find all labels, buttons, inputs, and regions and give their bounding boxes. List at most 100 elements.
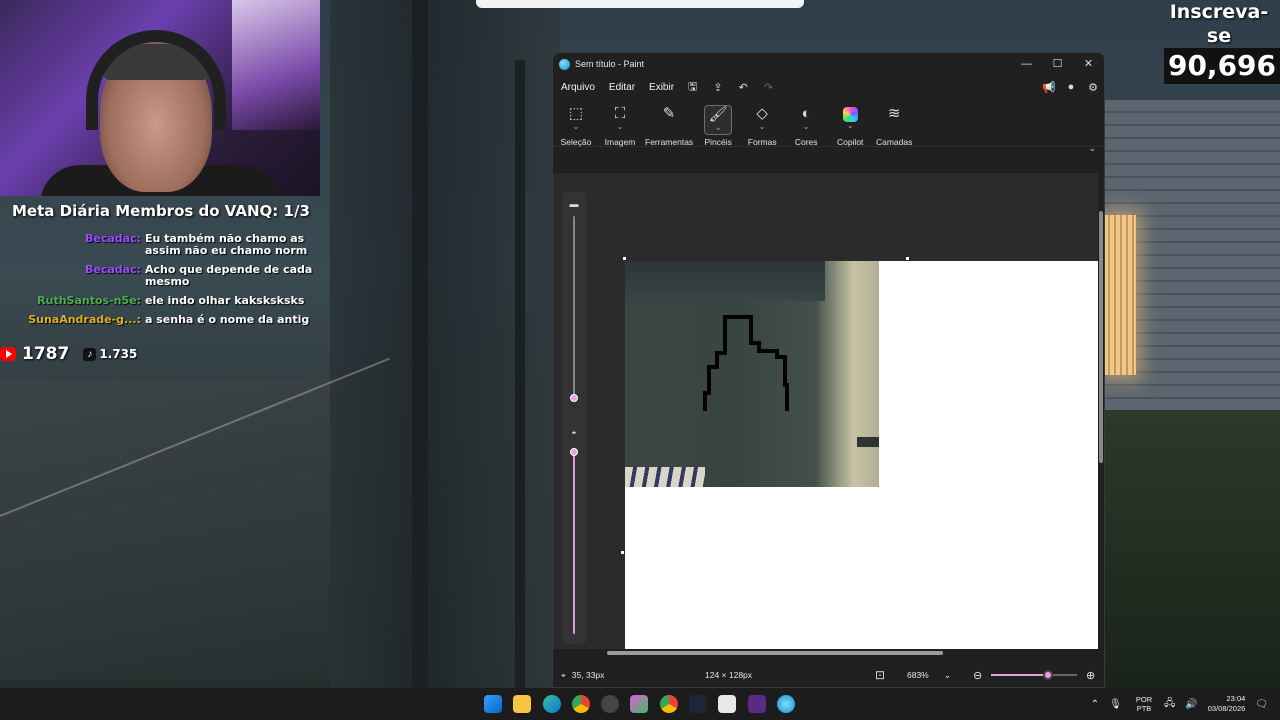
size-slider-track[interactable] — [573, 216, 575, 396]
announcement-icon[interactable]: 📢 — [1038, 81, 1060, 94]
tiktok-icon: ♪ — [83, 347, 97, 361]
subscribe-label: Inscreva-se — [1169, 1, 1269, 47]
language-indicator[interactable]: POR PTB — [1136, 695, 1152, 713]
copilot-icon[interactable]: ⌄ — [836, 105, 864, 135]
resize-handle[interactable] — [621, 551, 624, 554]
selection-icon[interactable]: ⬚ ⌄ — [562, 105, 590, 135]
ribbon-shapes[interactable]: ◇ ⌄ Formas — [743, 105, 781, 147]
streaming-app-icon[interactable] — [630, 695, 649, 713]
ribbon-label: Imagem — [604, 137, 636, 147]
game-tree-trunk — [412, 0, 428, 690]
menu-arquivo[interactable]: Arquivo — [561, 82, 595, 93]
chat-text: Acho que depende de cada mesmo — [145, 264, 313, 288]
tiktok-count: 1.735 — [99, 347, 138, 361]
follower-counters: 1787 ♪ 1.735 — [0, 344, 137, 364]
opacity-slider-thumb[interactable] — [570, 448, 578, 456]
edge-icon[interactable] — [542, 695, 561, 713]
game-trees — [330, 0, 560, 690]
chat-username: Becadac: — [84, 264, 141, 276]
account-icon[interactable]: ● — [1060, 81, 1082, 94]
wall-poster — [232, 0, 320, 130]
notification-icon[interactable]: 🗨 — [1255, 699, 1268, 710]
drawing-canvas[interactable] — [621, 257, 1098, 649]
brush-slider-panel: ▬ ◓ — [562, 192, 586, 644]
ribbon-colors[interactable]: ◐ ⌄ Cores — [787, 105, 825, 147]
menu-editar[interactable]: Editar — [609, 82, 635, 93]
layers-icon[interactable]: ≋ — [880, 105, 908, 135]
redo-icon[interactable]: ↷ — [764, 81, 773, 94]
palette-icon[interactable]: ◐ ⌄ — [792, 105, 820, 135]
opacity-slider-track[interactable] — [573, 448, 575, 634]
chat-message: RuthSantos-n5e: ele indo olhar kaksksksk… — [0, 295, 320, 307]
fit-to-window-icon[interactable]: ⊡ — [875, 668, 885, 682]
menu-bar: Arquivo Editar Exibir 🖫 ⇪ ↶ ↷ 📢 ● ⚙ — [553, 75, 1104, 99]
clock[interactable]: 23:04 03/08/2026 — [1208, 694, 1246, 714]
youtube-count: 1787 — [22, 344, 70, 364]
settings-gear-icon[interactable]: ⚙ — [1082, 81, 1104, 94]
vertical-scrollbar[interactable] — [1098, 173, 1104, 649]
chevron-down-icon: ⌄ — [943, 669, 951, 680]
zoom-in-icon[interactable]: ⊕ — [1086, 669, 1095, 682]
close-button[interactable]: ✕ — [1073, 53, 1104, 75]
ribbon-label: Seleção — [560, 137, 592, 147]
title-bar[interactable]: Sem título - Paint — ☐ ✕ — [553, 53, 1104, 75]
shapes-icon[interactable]: ◇ ⌄ — [748, 105, 776, 135]
ribbon-tools[interactable]: ✎ Ferramentas — [645, 105, 693, 147]
game-hedge — [1100, 410, 1280, 690]
ribbon-copilot[interactable]: ⌄ Copilot — [831, 105, 869, 147]
file-explorer-icon[interactable] — [513, 695, 532, 713]
chat-text: Eu também não chamo as assim não eu cham… — [145, 233, 308, 257]
chevron-up-icon[interactable]: ⌃ — [1091, 699, 1099, 710]
opacity-icon: ◓ — [571, 428, 577, 438]
zoom-slider[interactable] — [991, 670, 1077, 680]
horizontal-scrollbar[interactable] — [607, 651, 943, 655]
chat-username: Becadac: — [84, 233, 141, 245]
game-controller-icon[interactable] — [718, 695, 737, 713]
size-slider-thumb[interactable] — [570, 394, 578, 402]
notification-bar — [476, 0, 804, 8]
app-one-icon[interactable] — [747, 695, 766, 713]
ribbon-layers[interactable]: ≋ Camadas — [875, 105, 913, 147]
ribbon-label: Ferramentas — [645, 137, 694, 147]
brush-icon[interactable]: 🖌 ⌄ — [704, 105, 733, 135]
save-icon[interactable]: 🖫 — [688, 78, 697, 97]
chevron-down-icon[interactable]: ⌄ — [1088, 143, 1096, 154]
image-icon[interactable]: ⛶ ⌄ — [606, 105, 634, 135]
ribbon-image[interactable]: ⛶ ⌄ Imagem — [601, 105, 639, 147]
zoom-out-icon[interactable]: ⊖ — [973, 669, 982, 682]
tools-icon[interactable]: ✎ — [655, 105, 683, 135]
ribbon-brushes[interactable]: 🖌 ⌄ Pincéis — [699, 105, 737, 147]
maximize-button[interactable]: ☐ — [1042, 53, 1073, 75]
youtube-icon — [0, 347, 16, 361]
volume-icon[interactable]: 🔊 — [1185, 699, 1197, 710]
chat-message: Becadac: Acho que depende de cada mesmo — [0, 264, 320, 288]
obs-icon[interactable] — [601, 695, 620, 713]
game-house-window — [1104, 215, 1136, 375]
meta-goal: Meta Diária Membros do VANQ: 1/3 — [12, 202, 310, 220]
ribbon-label: Formas — [747, 137, 777, 147]
paint-taskbar-icon[interactable] — [776, 695, 795, 713]
ribbon-selection[interactable]: ⬚ ⌄ Seleção — [557, 105, 595, 147]
resize-handle[interactable] — [623, 257, 626, 260]
system-tray: ⌃ 🎙 POR PTB 🖧 🔊 23:04 03/08/2026 🗨 — [1091, 688, 1268, 720]
resize-handle[interactable] — [906, 257, 909, 260]
canvas-size: 124 × 128px — [705, 670, 753, 680]
pixel-drawing — [703, 315, 789, 411]
start-icon[interactable] — [484, 695, 502, 713]
menu-exibir[interactable]: Exibir — [649, 82, 674, 93]
zoom-dropdown[interactable]: 683% ⌄ — [903, 667, 955, 683]
microphone-icon[interactable]: 🎙 — [1109, 699, 1122, 710]
chat-text: ele indo olhar kaksksksks — [145, 295, 305, 307]
window-title: Sem título - Paint — [575, 59, 645, 69]
network-icon[interactable]: 🖧 — [1164, 696, 1175, 713]
paint-app-icon — [559, 58, 570, 70]
taskbar: ⌃ 🎙 POR PTB 🖧 🔊 23:04 03/08/2026 🗨 — [0, 688, 1280, 720]
zoom-slider-thumb[interactable] — [1042, 670, 1053, 680]
steam-icon[interactable] — [689, 695, 708, 713]
chrome-profile-icon[interactable] — [659, 695, 678, 713]
chat-text: a senha é o nome da antig — [145, 314, 310, 326]
minimize-button[interactable]: — — [1011, 53, 1042, 75]
undo-icon[interactable]: ↶ — [739, 81, 748, 94]
chrome-icon[interactable] — [571, 695, 590, 713]
share-icon[interactable]: ⇪ — [713, 81, 722, 94]
